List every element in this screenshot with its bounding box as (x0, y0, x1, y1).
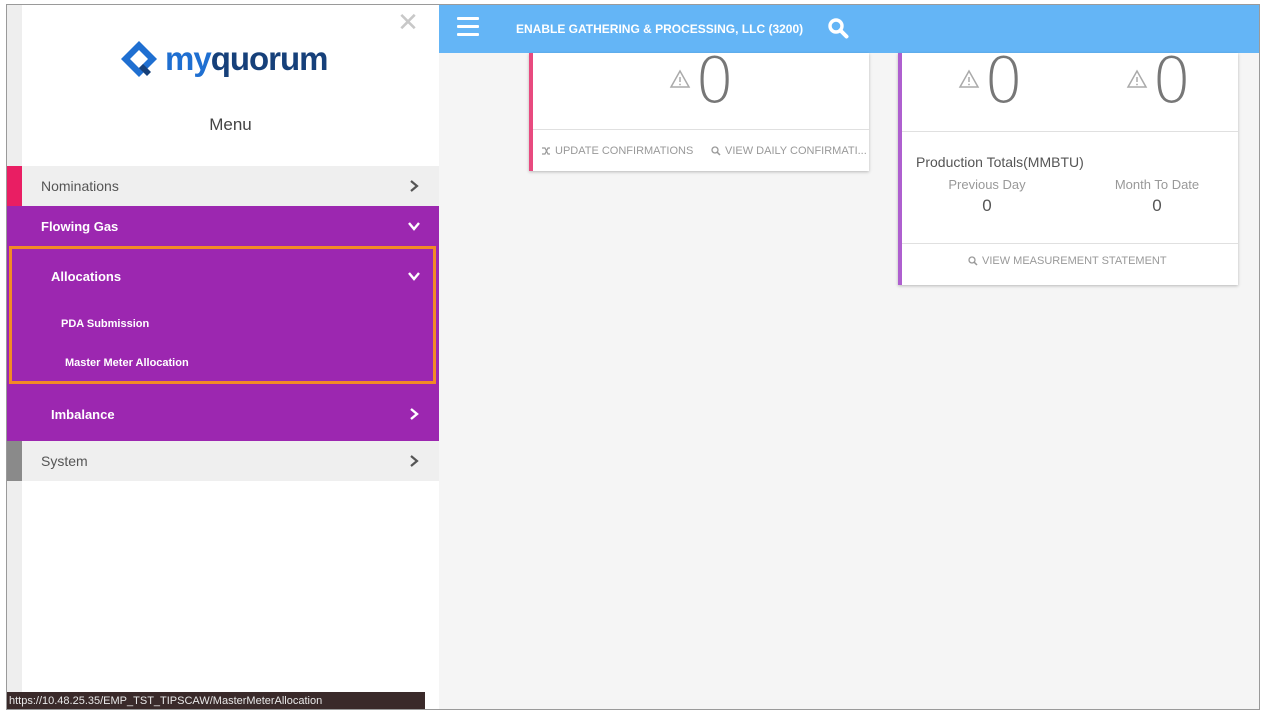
measurement-card: 0 0 Production Totals(MMBTU) Previous Da… (898, 44, 1238, 285)
status-bar-url: https://10.48.25.35/EMP_TST_TIPSCAW/Mast… (7, 692, 425, 709)
sidebar-item-label: System (41, 453, 88, 469)
sidebar-item-nominations[interactable]: Nominations (7, 166, 439, 206)
card-divider (902, 131, 1238, 132)
app-frame: ✕ myquorum Menu Nominations Flowing Gas … (6, 4, 1260, 710)
update-confirmations-button[interactable]: UPDATE CONFIRMATIONS (541, 145, 693, 157)
chevron-down-icon (408, 222, 420, 231)
previous-day-value: 0 (982, 196, 992, 215)
previous-day-stat: Previous Day 0 (942, 177, 1032, 216)
highlight-box (9, 246, 436, 384)
confirmations-card: 0 UPDATE CONFIRMATIONS VIEW DAILY CONFIR… (529, 44, 869, 171)
company-name: ENABLE GATHERING & PROCESSING, LLC (3200… (516, 22, 804, 36)
hamburger-menu-icon[interactable] (457, 17, 479, 37)
month-to-date-label: Month To Date (1114, 177, 1200, 192)
top-header: ENABLE GATHERING & PROCESSING, LLC (3200… (439, 5, 1259, 53)
production-totals-title: Production Totals(MMBTU) (916, 154, 1084, 170)
warning-icon (958, 69, 980, 88)
close-icon[interactable]: ✕ (397, 9, 419, 35)
card-divider (533, 129, 869, 130)
view-measurement-statement-button[interactable]: VIEW MEASUREMENT STATEMENT (968, 255, 1167, 267)
search-icon (968, 256, 978, 266)
previous-day-label: Previous Day (948, 177, 1026, 192)
search-icon (711, 146, 721, 156)
month-to-date-stat: Month To Date 0 (1102, 177, 1212, 216)
quorum-logo-icon (121, 41, 157, 77)
menu-title: Menu (209, 115, 252, 134)
sidebar-item-label: Nominations (41, 178, 119, 194)
confirmation-count: 0 (695, 44, 735, 117)
warning-icon (669, 69, 691, 88)
chevron-right-icon (410, 408, 419, 420)
sidebar-item-system[interactable]: System (7, 441, 439, 481)
logo: myquorum (117, 37, 329, 81)
view-daily-confirmations-button[interactable]: VIEW DAILY CONFIRMATI... (711, 145, 867, 157)
chevron-right-icon (410, 180, 419, 192)
sidebar-item-label: Flowing Gas (41, 218, 119, 234)
search-icon[interactable] (827, 17, 849, 39)
sidebar-item-imbalance[interactable]: Imbalance (7, 390, 439, 438)
sidebar-item-label: Imbalance (51, 406, 115, 422)
view-measurement-statement-label: VIEW MEASUREMENT STATEMENT (982, 255, 1167, 267)
month-to-date-value: 0 (1152, 196, 1162, 215)
count-a: 0 (984, 44, 1024, 117)
system-accent (7, 441, 22, 481)
sidebar: ✕ myquorum Menu Nominations Flowing Gas … (7, 5, 439, 709)
shuffle-icon (542, 147, 550, 155)
chevron-right-icon (410, 455, 419, 467)
card-divider (902, 243, 1238, 244)
sidebar-item-flowing-gas[interactable]: Flowing Gas (7, 206, 439, 246)
nominations-accent (7, 166, 22, 206)
warning-icon (1126, 69, 1148, 88)
logo-text: myquorum (165, 40, 329, 77)
update-confirmations-label: UPDATE CONFIRMATIONS (555, 145, 694, 157)
count-b: 0 (1152, 44, 1192, 117)
view-daily-confirmations-label: VIEW DAILY CONFIRMATI... (725, 145, 867, 157)
